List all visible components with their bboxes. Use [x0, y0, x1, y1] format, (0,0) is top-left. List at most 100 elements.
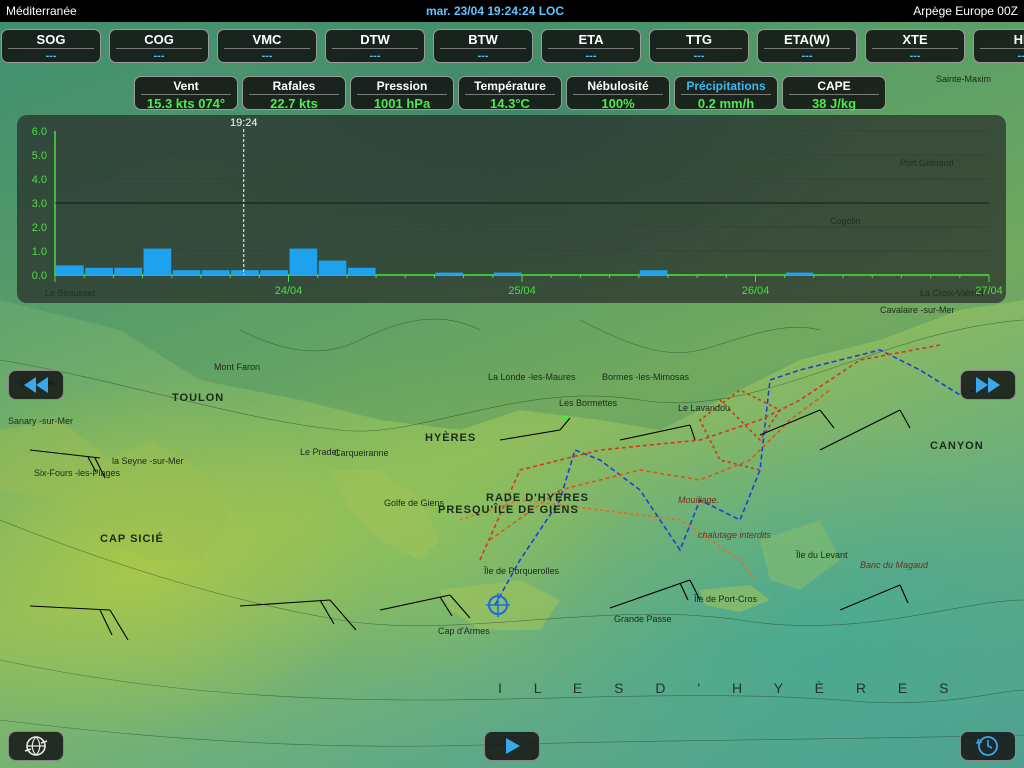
instrument-label: HD: [1013, 32, 1024, 47]
precipitation-bar: [172, 270, 201, 275]
map-label: Sainte-Maxim: [936, 74, 992, 84]
instrument-value: ---: [1017, 50, 1024, 62]
divider: [872, 48, 958, 49]
map-label: Cap d'Armes: [438, 626, 490, 636]
y-tick-label: 0.0: [32, 270, 47, 282]
instrument-dtw[interactable]: DTW ---: [325, 29, 425, 63]
fast-forward-button[interactable]: [960, 370, 1016, 400]
map-label: Sanary -sur-Mer: [8, 416, 74, 426]
instrument-cog[interactable]: COG ---: [109, 29, 209, 63]
divider: [440, 48, 526, 49]
y-tick-label: 5.0: [32, 150, 47, 162]
divider: [465, 94, 555, 95]
instrument-vmc[interactable]: VMC ---: [217, 29, 317, 63]
divider: [116, 48, 202, 49]
time-settings-button[interactable]: [960, 731, 1016, 761]
rewind-button[interactable]: [8, 370, 64, 400]
x-tick-label: 25/04: [508, 285, 536, 297]
weather-label: Température: [474, 79, 546, 93]
precipitation-bar: [231, 270, 259, 275]
globe-navigation-icon: [24, 736, 48, 756]
map-label: La Londe -les-Maures: [488, 372, 576, 382]
map-label: HYÈRES: [425, 432, 477, 444]
precipitation-bar: [289, 248, 318, 275]
status-bar: Méditerranée mar. 23/04 19:24:24 LOC Arp…: [0, 0, 1024, 22]
instrument-label: TTG: [686, 32, 712, 47]
y-tick-label: 3.0: [32, 198, 47, 210]
map-label: PRESQU'ÎLE DE GIENS: [438, 504, 579, 516]
play-button[interactable]: [484, 731, 540, 761]
instrument-value: ---: [153, 50, 165, 62]
instrument-eta-w[interactable]: ETA(W) ---: [757, 29, 857, 63]
instrument-btw[interactable]: BTW ---: [433, 29, 533, 63]
divider: [224, 48, 310, 49]
map-label: Île de Porquerolles: [484, 566, 560, 576]
weather-label: Précipitations: [686, 79, 766, 93]
instrument-label: SOG: [36, 32, 66, 47]
precipitation-bar: [785, 272, 814, 275]
instrument-value: ---: [477, 50, 489, 62]
precipitation-bar: [493, 272, 522, 275]
map-label: Le Lavandou: [678, 403, 731, 413]
map-label: I L E S D ' H Y È R E S: [498, 680, 963, 696]
divider: [789, 94, 879, 95]
instrument-label: DTW: [360, 32, 390, 47]
weather-temperature[interactable]: Température 14.3°C: [458, 76, 562, 111]
weather-pression[interactable]: Pression 1001 hPa: [350, 76, 454, 111]
instrument-value: ---: [801, 50, 813, 62]
map-label: CANYON: [930, 440, 984, 452]
weather-label: Rafales: [272, 79, 316, 93]
instrument-eta[interactable]: ETA ---: [541, 29, 641, 63]
y-tick-label: 4.0: [32, 174, 47, 186]
map-mode-button[interactable]: [8, 731, 64, 761]
weather-nebulosite[interactable]: Nébulosité 100%: [566, 76, 670, 111]
weather-cape[interactable]: CAPE 38 J/kg: [782, 76, 886, 111]
divider: [249, 94, 339, 95]
divider: [357, 94, 447, 95]
precipitation-chart-svg: 0.0 1.0 2.0 3.0 4.0 5.0 6.0 24/04 25/04 26/04 27/0…: [32, 117, 1003, 297]
instrument-sog[interactable]: SOG ---: [1, 29, 101, 63]
precipitation-bar: [639, 270, 668, 275]
precipitation-bar: [435, 272, 464, 275]
map-label: Cavalaire -sur-Mer: [880, 305, 955, 315]
instrument-hd[interactable]: HD ---: [973, 29, 1024, 63]
divider: [141, 94, 231, 95]
weather-label: Vent: [173, 79, 199, 93]
precipitation-bar: [56, 265, 84, 275]
weather-rafales[interactable]: Rafales 22.7 kts: [242, 76, 346, 111]
map-label: Les Bormettes: [559, 398, 618, 408]
weather-value: 15.3 kts 074°: [146, 96, 226, 111]
instrument-value: ---: [585, 50, 597, 62]
instrument-value: ---: [693, 50, 705, 62]
divider: [332, 48, 418, 49]
y-tick-label: 6.0: [32, 126, 47, 138]
x-tick-label: 26/04: [742, 285, 770, 297]
weather-value: 1001 hPa: [373, 96, 431, 111]
instrument-value: ---: [369, 50, 381, 62]
precipitation-chart[interactable]: 0.0 1.0 2.0 3.0 4.0 5.0 6.0 24/04 25/04 26/04 27/0…: [17, 115, 1006, 303]
instrument-xte[interactable]: XTE ---: [865, 29, 965, 63]
current-time-label: 19:24: [230, 117, 258, 129]
weather-label: Nébulosité: [587, 79, 649, 93]
map-label: Grande Passe: [614, 614, 672, 624]
precipitation-bar: [201, 270, 230, 275]
instrument-ttg[interactable]: TTG ---: [649, 29, 749, 63]
map-label: Banc du Magaud: [860, 560, 929, 570]
weather-precipitations[interactable]: Précipitations 0.2 mm/h: [674, 76, 778, 111]
precipitation-bar: [114, 267, 143, 275]
fast-forward-icon: [976, 377, 1000, 393]
map-label: Mouillage.: [678, 495, 720, 505]
map-label: RADE D'HYÈRES: [486, 492, 590, 504]
map-label: TOULON: [172, 392, 225, 404]
weather-value: 22.7 kts: [270, 96, 318, 111]
y-tick-label: 1.0: [32, 246, 47, 258]
map-label: Île de Port-Cros: [694, 594, 758, 604]
date-time-display[interactable]: mar. 23/04 19:24:24 LOC: [426, 4, 564, 18]
instrument-label: ETA(W): [784, 32, 830, 47]
weather-model-name[interactable]: Arpège Europe 00Z: [913, 4, 1024, 18]
divider: [548, 48, 634, 49]
weather-vent[interactable]: Vent 15.3 kts 074°: [134, 76, 238, 111]
map-label: la Seyne -sur-Mer: [112, 456, 184, 466]
weather-value: 100%: [601, 96, 635, 111]
map-label: CAP SICIÉ: [100, 533, 164, 545]
